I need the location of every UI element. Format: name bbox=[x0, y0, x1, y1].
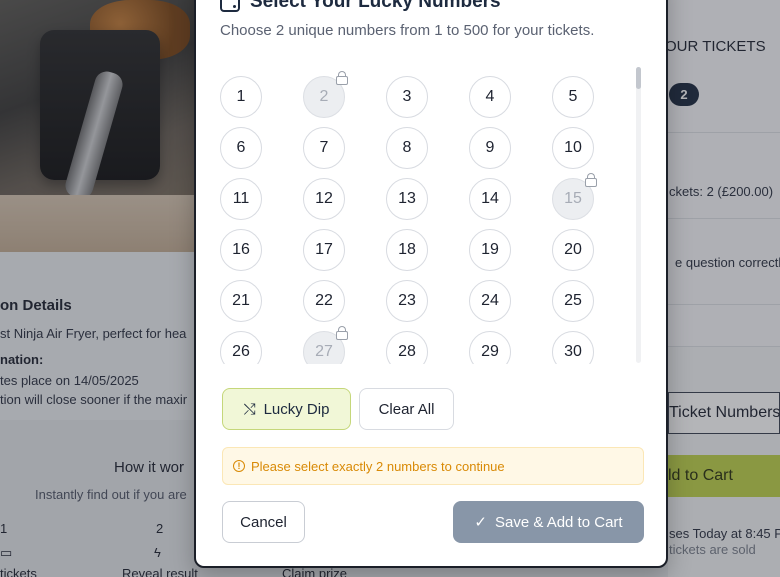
number-button[interactable]: 6 bbox=[220, 127, 262, 169]
number-button[interactable]: 25 bbox=[552, 280, 594, 322]
number-button[interactable]: 13 bbox=[386, 178, 428, 220]
number-label: 12 bbox=[315, 190, 333, 207]
number-button[interactable]: 26 bbox=[220, 331, 262, 364]
selection-warning-text: Please select exactly 2 numbers to conti… bbox=[251, 458, 505, 474]
number-label: 18 bbox=[398, 241, 416, 258]
selection-warning-alert: ! Please select exactly 2 numbers to con… bbox=[222, 447, 644, 485]
clear-all-button[interactable]: Clear All bbox=[359, 388, 454, 430]
number-label: 9 bbox=[485, 139, 495, 156]
number-label: 28 bbox=[398, 343, 416, 360]
number-button[interactable]: 12 bbox=[303, 178, 345, 220]
number-button[interactable]: 4 bbox=[469, 76, 511, 118]
number-label: 5 bbox=[568, 88, 578, 105]
number-label: 16 bbox=[232, 241, 250, 258]
dice-icon bbox=[220, 0, 240, 12]
cancel-button[interactable]: Cancel bbox=[222, 501, 305, 543]
number-button[interactable]: 16 bbox=[220, 229, 262, 271]
number-button[interactable]: 1 bbox=[220, 76, 262, 118]
number-button[interactable]: 20 bbox=[552, 229, 594, 271]
save-add-to-cart-button[interactable]: ✓ Save & Add to Cart bbox=[453, 501, 644, 543]
number-label: 4 bbox=[485, 88, 495, 105]
number-label: 14 bbox=[481, 190, 499, 207]
number-label: 22 bbox=[315, 292, 333, 309]
number-button[interactable]: 29 bbox=[469, 331, 511, 364]
info-icon: ! bbox=[233, 460, 245, 472]
number-button[interactable]: 3 bbox=[386, 76, 428, 118]
number-button[interactable]: 17 bbox=[303, 229, 345, 271]
number-button[interactable]: 7 bbox=[303, 127, 345, 169]
number-button[interactable]: 21 bbox=[220, 280, 262, 322]
number-button[interactable]: 8 bbox=[386, 127, 428, 169]
cancel-label: Cancel bbox=[240, 513, 287, 531]
number-label: 19 bbox=[481, 241, 499, 258]
number-grid: 1 2 3 4 5 6 7 8 9 10 11 12 13 14 15 16 17 18 19 20 21 22 23 24 2… bbox=[220, 71, 597, 364]
number-button[interactable]: 23 bbox=[386, 280, 428, 322]
number-button[interactable]: 24 bbox=[469, 280, 511, 322]
number-label: 17 bbox=[315, 241, 333, 258]
number-label: 21 bbox=[232, 292, 250, 309]
number-label: 15 bbox=[564, 190, 582, 207]
number-label: 6 bbox=[236, 139, 246, 156]
modal-title: Select Your Lucky Numbers bbox=[250, 0, 501, 12]
check-icon: ✓ bbox=[474, 514, 487, 531]
lucky-dip-label: Lucky Dip bbox=[263, 400, 330, 418]
modal-header: Select Your Lucky Numbers bbox=[220, 0, 501, 13]
number-label: 10 bbox=[564, 139, 582, 156]
number-label: 3 bbox=[402, 88, 412, 105]
save-label: Save & Add to Cart bbox=[495, 513, 623, 531]
modal-subtitle: Choose 2 unique numbers from 1 to 500 fo… bbox=[220, 22, 595, 39]
lock-icon bbox=[336, 71, 348, 85]
number-label: 8 bbox=[402, 139, 412, 156]
number-button-taken: 27 bbox=[303, 326, 348, 364]
shuffle-icon: ⤭ bbox=[243, 400, 256, 418]
number-button-taken: 15 bbox=[552, 173, 597, 220]
number-label: 23 bbox=[398, 292, 416, 309]
number-label: 25 bbox=[564, 292, 582, 309]
number-label: 1 bbox=[236, 88, 246, 105]
number-label: 20 bbox=[564, 241, 582, 258]
number-button[interactable]: 28 bbox=[386, 331, 428, 364]
number-button[interactable]: 19 bbox=[469, 229, 511, 271]
number-label: 11 bbox=[232, 190, 250, 207]
lock-icon bbox=[585, 173, 597, 187]
number-label: 13 bbox=[398, 190, 416, 207]
number-button[interactable]: 11 bbox=[220, 178, 262, 220]
number-label: 29 bbox=[481, 343, 499, 360]
number-button-taken: 2 bbox=[303, 71, 348, 118]
scrollbar-thumb[interactable] bbox=[636, 67, 641, 89]
number-label: 24 bbox=[481, 292, 499, 309]
clear-all-label: Clear All bbox=[378, 400, 435, 418]
number-grid-scrollbar[interactable] bbox=[636, 67, 641, 363]
number-label: 26 bbox=[232, 343, 250, 360]
number-label: 2 bbox=[319, 88, 329, 105]
number-button[interactable]: 9 bbox=[469, 127, 511, 169]
lock-icon bbox=[336, 326, 348, 340]
number-button[interactable]: 30 bbox=[552, 331, 594, 364]
number-button[interactable]: 22 bbox=[303, 280, 345, 322]
number-button[interactable]: 5 bbox=[552, 76, 594, 118]
number-label: 7 bbox=[319, 139, 329, 156]
number-label: 27 bbox=[315, 343, 333, 360]
lucky-dip-button[interactable]: ⤭ Lucky Dip bbox=[222, 388, 351, 430]
lucky-numbers-modal: Select Your Lucky Numbers Choose 2 uniqu… bbox=[194, 0, 668, 568]
number-button[interactable]: 18 bbox=[386, 229, 428, 271]
number-button[interactable]: 14 bbox=[469, 178, 511, 220]
number-button[interactable]: 10 bbox=[552, 127, 594, 169]
number-label: 30 bbox=[564, 343, 582, 360]
number-grid-scroll-area[interactable]: 1 2 3 4 5 6 7 8 9 10 11 12 13 14 15 16 17 18 19 20 21 22 23 24 2… bbox=[216, 64, 646, 364]
